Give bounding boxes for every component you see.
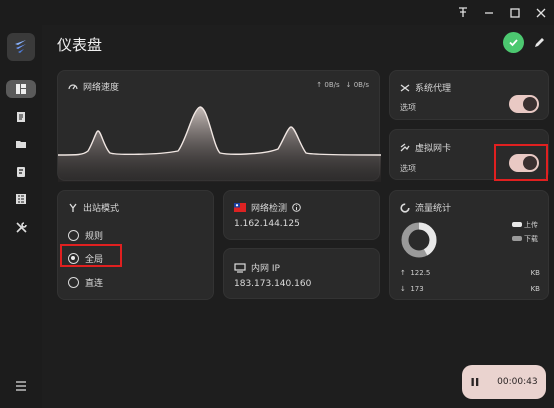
pin-icon[interactable]: [450, 0, 476, 25]
shuffle-icon: [400, 83, 410, 92]
title-bar: [0, 0, 554, 25]
tools-icon: [15, 221, 27, 233]
sidebar-item-connections[interactable]: [6, 163, 36, 181]
upload-total-row: ↑ 122.5 KB: [400, 269, 540, 277]
highlight-global-option: [60, 244, 122, 267]
recording-timer[interactable]: 00:00:43: [462, 365, 546, 399]
main-content: 仪表盘 网络速度 ↑ 0B/s ↓ 0B/s 系统代理 选项 虚拟网卡 选项 出…: [42, 25, 554, 408]
download-total-row: ↓ 173 KB: [400, 285, 540, 293]
app-logo: [7, 33, 35, 61]
upload-speed: ↑ 0B/s: [316, 81, 340, 89]
legend-upload: 上传: [511, 220, 538, 230]
tun-option-label: 选项: [400, 164, 416, 173]
download-speed: ↓ 0B/s: [345, 81, 369, 89]
download-total: 173: [410, 285, 424, 293]
highlight-tun-toggle: [494, 144, 548, 181]
network-check-title: 网络检测: [251, 204, 288, 214]
intranet-ip-card: 内网 IP 183.173.140.160: [223, 248, 380, 299]
intranet-ip-title: 内网 IP: [251, 264, 280, 274]
network-speed-card: 网络速度 ↑ 0B/s ↓ 0B/s: [57, 70, 381, 182]
sidebar-item-profiles[interactable]: [6, 135, 36, 153]
computer-icon: [234, 262, 246, 273]
close-icon[interactable]: [528, 0, 554, 25]
outbound-option-direct[interactable]: 直连: [68, 276, 103, 289]
system-proxy-option-label: 选项: [400, 103, 416, 112]
info-icon[interactable]: [292, 203, 301, 212]
system-proxy-toggle[interactable]: [509, 95, 539, 113]
intranet-ip: 183.173.140.160: [234, 279, 312, 289]
status-ok-icon[interactable]: [503, 32, 524, 53]
rules-icon: [16, 194, 26, 204]
minimize-icon[interactable]: [476, 0, 502, 25]
sidebar: [0, 25, 42, 408]
upload-total: 122.5: [410, 269, 431, 277]
sidebar-item-settings[interactable]: [6, 218, 36, 236]
traffic-stats-card: 流量统计 上传 下载 ↑ 122.5 KB ↓ 173 KB: [389, 190, 549, 300]
traffic-donut: [401, 222, 437, 258]
sidebar-item-rules[interactable]: [6, 190, 36, 208]
maximize-icon[interactable]: [502, 0, 528, 25]
sidebar-item-proxies[interactable]: [6, 108, 36, 126]
system-proxy-title: 系统代理: [415, 84, 452, 94]
folder-icon: [16, 141, 26, 148]
outbound-mode-title: 出站模式: [83, 204, 120, 214]
fork-icon: [69, 203, 77, 212]
radio-direct[interactable]: [68, 277, 79, 288]
traffic-title: 流量统计: [415, 204, 452, 214]
speedometer-icon: [68, 83, 78, 89]
timer-text: 00:00:43: [497, 377, 538, 387]
tun-title: 虚拟网卡: [415, 144, 452, 154]
page-title: 仪表盘: [57, 36, 103, 54]
network-card-icon: [400, 142, 410, 151]
dashboard-icon: [16, 84, 26, 94]
pause-icon[interactable]: [470, 377, 480, 387]
outbound-option-rule[interactable]: 规则: [68, 229, 103, 242]
traffic-icon: [400, 202, 410, 213]
system-proxy-card: 系统代理 选项: [389, 70, 549, 120]
list-icon: [17, 167, 25, 177]
flag-icon: [234, 203, 246, 212]
legend-download: 下载: [511, 234, 538, 244]
speed-graph: [58, 106, 381, 182]
edit-icon[interactable]: [531, 34, 547, 50]
document-icon: [17, 112, 25, 122]
radio-rule[interactable]: [68, 230, 79, 241]
public-ip: 1.162.144.125: [234, 219, 300, 229]
menu-icon[interactable]: [6, 377, 36, 395]
network-check-card: 网络检测 1.162.144.125: [223, 190, 380, 240]
sidebar-item-dashboard[interactable]: [6, 80, 36, 98]
